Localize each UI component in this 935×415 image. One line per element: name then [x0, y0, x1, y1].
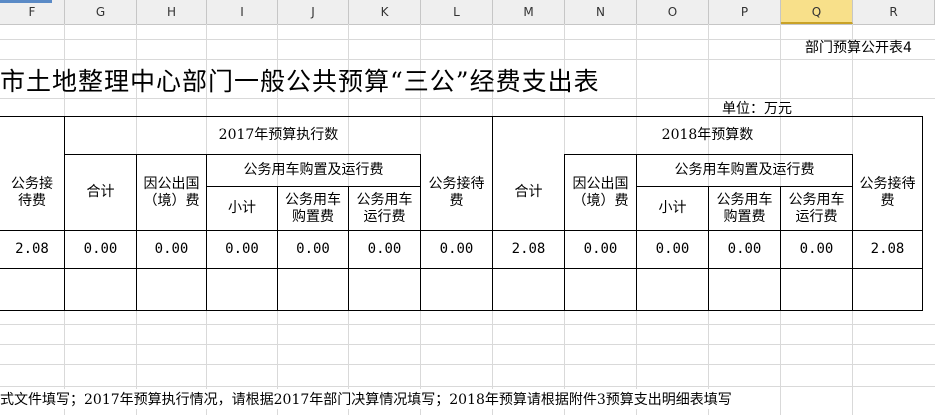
form-id-label: 部门预算公开表4 — [805, 40, 912, 56]
header-operation-2018: 公务用车 运行费 — [788, 191, 845, 225]
column-header-q[interactable]: Q — [781, 0, 853, 24]
header-vehicle-2018: 公务用车购置及运行费 — [674, 162, 815, 178]
value-cell[interactable]: 2.08 — [0, 231, 64, 268]
unit-label: 单位：万元 — [722, 101, 792, 117]
column-header-r[interactable]: R — [853, 0, 935, 24]
value-cell[interactable]: 2.08 — [493, 231, 564, 268]
column-header-f[interactable]: F — [0, 0, 65, 24]
value-cell[interactable]: 0.00 — [421, 231, 492, 268]
header-abroad-2017: 因公出国 （境）费 — [143, 175, 200, 209]
value-cell[interactable]: 0.00 — [278, 231, 348, 268]
header-total-2018: 合计 — [514, 184, 543, 200]
page-title: 市土地整理中心部门一般公共预算“三公”经费支出表 — [0, 67, 600, 96]
table-row-empty[interactable] — [0, 269, 922, 310]
value-cell[interactable]: 0.00 — [781, 231, 852, 268]
column-header-m[interactable]: M — [493, 0, 565, 24]
column-header-n[interactable]: N — [565, 0, 637, 24]
header-abroad-2018: 因公出国 （境）费 — [572, 175, 629, 209]
header-2017-execution: 2017年预算执行数 — [218, 127, 339, 143]
value-cell[interactable]: 2.08 — [853, 231, 922, 268]
header-subtotal-2017: 小计 — [228, 200, 256, 216]
value-cell[interactable]: 0.00 — [349, 231, 420, 268]
value-cell[interactable]: 0.00 — [709, 231, 780, 268]
header-reception-2018: 公务接待 费 — [859, 175, 916, 209]
header-subtotal-2018: 小计 — [658, 200, 687, 216]
column-header-p[interactable]: P — [709, 0, 781, 24]
header-total-2017: 合计 — [86, 184, 115, 200]
column-header-j[interactable]: J — [278, 0, 349, 24]
column-header-k[interactable]: K — [349, 0, 421, 24]
column-header-o[interactable]: O — [637, 0, 709, 24]
header-vehicle-2017: 公务用车购置及运行费 — [243, 162, 384, 178]
header-reception-2017: 公务接待 费 — [428, 175, 485, 209]
value-cell[interactable]: 0.00 — [137, 231, 206, 268]
value-cell[interactable]: 0.00 — [637, 231, 708, 268]
column-header-i[interactable]: I — [207, 0, 278, 24]
header-purchase-2018: 公务用车 购置费 — [716, 191, 773, 225]
header-reception-partial: 公务接 待费 — [11, 175, 53, 209]
header-purchase-2017: 公务用车 购置费 — [285, 191, 341, 225]
column-header-bar: F G H I J K L M N O P Q R — [0, 0, 935, 25]
header-2018-budget: 2018年预算数 — [661, 127, 754, 143]
value-cell[interactable]: 0.00 — [65, 231, 136, 268]
column-header-l[interactable]: L — [421, 0, 493, 24]
footer-note: 式文件填写；2017年预算执行情况，请根据2017年部门决算情况填写；2018年… — [0, 389, 732, 409]
column-header-g[interactable]: G — [65, 0, 137, 24]
column-header-h[interactable]: H — [137, 0, 207, 24]
value-cell[interactable]: 0.00 — [207, 231, 277, 268]
value-cell[interactable]: 0.00 — [565, 231, 636, 268]
header-operation-2017: 公务用车 运行费 — [356, 191, 413, 225]
